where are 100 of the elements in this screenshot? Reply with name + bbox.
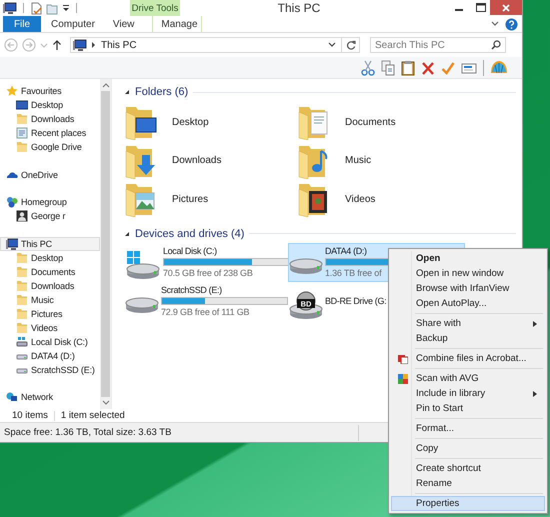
free-space-text: 72.9 GB free of 111 GB [161,307,250,317]
folder-name[interactable]: Downloads [172,155,222,166]
homegroup-icon [6,196,18,208]
hard-drive-icon [125,251,161,281]
nav-item[interactable]: ScratchSSD (E:) [0,362,100,376]
nav-item[interactable]: Downloads [0,278,100,292]
folder-icon [124,104,158,140]
menu-item[interactable]: Combine files in Acrobat... [391,351,545,366]
nav-item[interactable]: Google Drive [0,140,100,154]
folder-name[interactable]: Videos [345,194,376,205]
nav-item[interactable]: This PC [0,236,100,250]
dropdown-icon[interactable] [327,41,337,49]
breadcrumb-arrow-icon [91,41,97,49]
drive-name: Local Disk (C:) [163,246,217,256]
refresh-icon[interactable] [346,40,356,50]
drive-name: ScratchSSD (E:) [161,285,222,295]
nav-item[interactable]: Documents [0,264,100,278]
breadcrumb: This PC [101,40,137,50]
computer-icon [73,39,87,51]
collapse-icon[interactable] [124,89,130,95]
nav-item[interactable]: Network [0,390,100,404]
address-bar[interactable]: This PC [70,37,360,53]
folder-name[interactable]: Music [345,155,372,166]
nav-item[interactable]: Homegroup [0,195,100,209]
scissors-icon[interactable] [361,60,375,76]
folder-name[interactable]: Documents [345,116,396,128]
ribbon-tab[interactable]: View [104,16,142,32]
scrollbar[interactable] [100,79,111,409]
space-info: Space free: 1.36 TB, Total size: 3.63 TB [4,427,172,438]
computer-icon[interactable] [3,2,17,14]
folder-name[interactable]: Pictures [172,194,208,205]
delete-icon[interactable] [421,60,435,76]
menu-item[interactable]: Format... [391,421,545,436]
ribbon-tab[interactable]: Manage [152,16,202,32]
nav-item[interactable]: Desktop [0,98,100,112]
clipboard-icon[interactable] [401,60,415,76]
properties-icon[interactable] [30,2,42,14]
submenu-arrow-icon [532,320,538,328]
free-space-text: 1.36 TB free of [325,268,382,278]
user-icon [16,210,28,222]
close-button[interactable] [490,0,522,15]
item-count: 10 items [12,410,48,421]
nav-item[interactable]: DATA4 (D:) [0,348,100,362]
network-icon [6,391,18,403]
menu-item[interactable]: Rename [391,476,545,491]
up-icon[interactable] [52,39,62,51]
folder-icon [16,141,28,153]
folder-icon [16,280,28,292]
star-icon [6,85,18,97]
hard-drive-icon [289,258,323,274]
folder-name[interactable]: Desktop [172,116,209,128]
scroll-up-icon[interactable] [100,81,110,89]
menu-item[interactable]: Browse with IrfanView [391,281,545,296]
menu-item[interactable]: Properties [391,496,545,511]
selection-count: 1 item selected [60,410,125,421]
scroll-down-icon[interactable] [100,399,110,407]
window-title: This PC [276,1,322,15]
nav-item[interactable]: George r [0,209,100,223]
drive-icon [16,336,28,348]
collapse-icon[interactable] [124,230,130,236]
menu-item[interactable]: Backup [391,331,545,346]
nav-item[interactable]: Videos [0,320,100,334]
menu-item[interactable]: Create shortcut [391,461,545,476]
menu-item[interactable]: Include in library [391,386,545,401]
documents-icon [398,354,408,364]
nav-item[interactable]: Desktop [0,250,100,264]
ribbon-tab[interactable]: Computer [43,16,103,32]
drive-tile[interactable]: Local Disk (C:) 70.5 GB free of 238 GB [124,242,288,282]
folder-icon [16,113,28,125]
section-heading: Devices and drives (4) [135,228,244,240]
folder-icon [16,266,28,278]
nav-item[interactable]: Local Disk (C:) [0,334,100,348]
nav-item[interactable]: Recent places [0,126,100,140]
nav-item[interactable]: Pictures [0,306,100,320]
submenu-arrow-icon [532,390,538,398]
nav-item[interactable]: OneDrive [0,168,100,182]
search-field[interactable]: Search This PC [370,37,506,53]
monitor-icon [16,99,28,111]
menu-item[interactable]: Share with [391,316,545,331]
copy-icon[interactable] [381,60,395,76]
hard-drive-icon [125,296,159,314]
search-icon[interactable] [491,40,501,50]
help-icon[interactable] [505,18,518,30]
checkmark-icon[interactable] [441,60,455,76]
scroll-thumb[interactable] [101,91,110,397]
menu-item[interactable]: Scan with AVG [391,371,545,386]
nav-item[interactable]: Downloads [0,112,100,126]
customize-icon[interactable] [62,4,70,12]
squares-icon [398,374,408,384]
menu-item[interactable]: Open AutoPlay... [391,296,545,311]
nav-item[interactable]: Favourites [0,84,100,98]
drive-tile[interactable]: ScratchSSD (E:) 72.9 GB free of 111 GB [124,282,288,320]
close-icon [501,2,511,12]
ribbon-tab[interactable]: File [3,16,41,32]
computer-icon [6,238,18,250]
menu-item[interactable]: Copy [391,441,545,456]
menu-item[interactable]: Pin to Start [391,401,545,416]
nav-item[interactable]: Music [0,292,100,306]
shell-icon[interactable] [490,60,508,76]
free-space-text: 70.5 GB free of 238 GB [163,268,253,278]
